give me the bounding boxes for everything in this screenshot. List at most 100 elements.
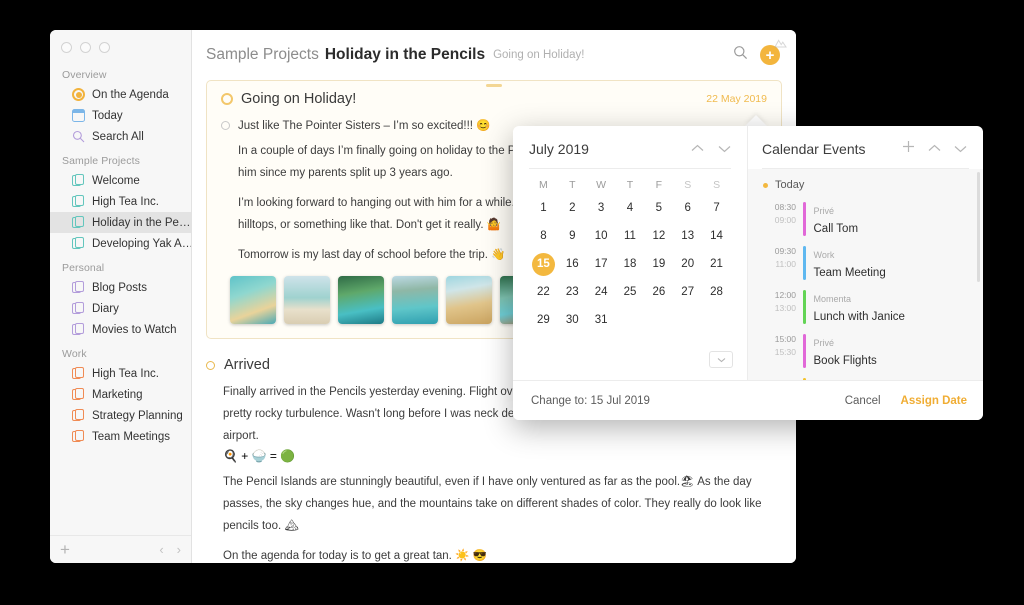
plus-icon[interactable] xyxy=(902,140,915,158)
sidebar-item-label: Strategy Planning xyxy=(92,409,183,422)
calendar-day-25[interactable]: 25 xyxy=(616,278,645,306)
calendar-day-22[interactable]: 22 xyxy=(529,278,558,306)
calendar-weekday: S xyxy=(713,179,721,191)
calendar-day-17[interactable]: 17 xyxy=(587,250,616,278)
event-calendar-name: Privé xyxy=(813,206,835,216)
minimize-button[interactable] xyxy=(80,42,91,53)
chevron-up-icon[interactable] xyxy=(691,140,704,158)
events-scrollbar[interactable] xyxy=(977,172,980,282)
sidebar-item-marketing[interactable]: Marketing xyxy=(50,384,191,405)
sidebar-item-team-meetings[interactable]: Team Meetings xyxy=(50,426,191,447)
calendar-day-14[interactable]: 14 xyxy=(702,222,731,250)
sidebar-item-holiday-in-the-pe[interactable]: Holiday in the Pe… xyxy=(50,212,191,233)
calendar-day-28[interactable]: 28 xyxy=(702,278,731,306)
calendar-day-1[interactable]: 1 xyxy=(529,194,558,222)
calendar-day-20[interactable]: 20 xyxy=(673,250,702,278)
calendar-day-label: 22 xyxy=(537,286,550,298)
chevron-down-icon[interactable] xyxy=(954,140,967,158)
calendar-day-24[interactable]: 24 xyxy=(587,278,616,306)
close-button[interactable] xyxy=(61,42,72,53)
sidebar-item-search-all[interactable]: Search All xyxy=(50,126,191,147)
event-row[interactable]: 15:00 15:30 Privé Book Flights xyxy=(748,329,983,373)
add-item-button[interactable]: + xyxy=(60,541,70,558)
calendar-day-29[interactable]: 29 xyxy=(529,306,558,334)
calendar-day-26[interactable]: 26 xyxy=(644,278,673,306)
nav-forward-button[interactable]: › xyxy=(177,542,181,557)
sidebar-item-blog-posts[interactable]: Blog Posts xyxy=(50,277,191,298)
zoom-button[interactable] xyxy=(99,42,110,53)
event-calendar-color-bar xyxy=(803,290,806,324)
event-row[interactable]: 12:00 13:00 Momenta Lunch with Janice xyxy=(748,285,983,329)
calendar-day-19[interactable]: 19 xyxy=(644,250,673,278)
search-icon[interactable] xyxy=(733,45,748,65)
note-thumbnail[interactable] xyxy=(338,276,384,324)
sidebar-item-developing-yak-a[interactable]: Developing Yak A… xyxy=(50,233,191,254)
popover-footer: Change to: 15 Jul 2019 Cancel Assign Dat… xyxy=(513,380,983,420)
sidebar-item-on-the-agenda[interactable]: On the Agenda xyxy=(50,84,191,105)
calendar-day-4[interactable]: 4 xyxy=(616,194,645,222)
calendar-day-18[interactable]: 18 xyxy=(616,250,645,278)
calendar-day-10[interactable]: 10 xyxy=(587,222,616,250)
note-thumbnail[interactable] xyxy=(446,276,492,324)
calendar-day-31[interactable]: 31 xyxy=(587,306,616,334)
calendar-day-label: 6 xyxy=(684,202,691,214)
calendar-day-label: 4 xyxy=(626,202,634,214)
calendar-day-8[interactable]: 8 xyxy=(529,222,558,250)
calendar-day-21[interactable]: 21 xyxy=(702,250,731,278)
document-icon xyxy=(72,366,85,380)
sidebar-item-diary[interactable]: Diary xyxy=(50,298,191,319)
calendar-day-7[interactable]: 7 xyxy=(702,194,731,222)
calendar-day-27[interactable]: 27 xyxy=(673,278,702,306)
chevron-down-icon[interactable] xyxy=(718,140,731,158)
calendar-day-6[interactable]: 6 xyxy=(673,194,702,222)
sidebar-item-high-tea-inc[interactable]: High Tea Inc. xyxy=(50,191,191,212)
calendar-day-30[interactable]: 30 xyxy=(558,306,587,334)
calendar-day-12[interactable]: 12 xyxy=(644,222,673,250)
event-row[interactable]: 09:30 11:00 Work Team Meeting xyxy=(748,241,983,285)
document-icon xyxy=(72,236,85,250)
breadcrumb-parent[interactable]: Sample Projects xyxy=(206,46,319,64)
note-card-date[interactable]: 22 May 2019 xyxy=(706,93,767,105)
assign-date-button[interactable]: Assign Date xyxy=(901,395,967,407)
calendar-day-16[interactable]: 16 xyxy=(558,250,587,278)
sidebar-item-today[interactable]: Today xyxy=(50,105,191,126)
calendar-day-11[interactable]: 11 xyxy=(616,222,645,250)
note-status-ring-icon[interactable] xyxy=(221,93,233,105)
calendar-weekday: F xyxy=(655,179,663,191)
sidebar-item-strategy-planning[interactable]: Strategy Planning xyxy=(50,405,191,426)
note-thumbnail[interactable] xyxy=(230,276,276,324)
event-times: 09:30 11:00 xyxy=(762,245,796,281)
calendar-day-empty xyxy=(616,306,645,334)
event-row[interactable]: 16:3018:00 Papers - ExchangeCollect Gear xyxy=(748,373,983,380)
document-icon xyxy=(72,173,85,187)
chevron-up-icon[interactable] xyxy=(928,140,941,158)
calendar-expand-button[interactable] xyxy=(709,351,733,368)
event-calendar-color-bar xyxy=(803,246,806,280)
calendar-day-5[interactable]: 5 xyxy=(644,194,673,222)
note-thumbnail[interactable] xyxy=(284,276,330,324)
nav-back-button[interactable]: ‹ xyxy=(159,542,163,557)
calendar-day-9[interactable]: 9 xyxy=(558,222,587,250)
calendar-day-label: 21 xyxy=(710,258,723,270)
document-icon xyxy=(72,301,85,315)
cancel-button[interactable]: Cancel xyxy=(845,395,881,407)
note-thumbnail[interactable] xyxy=(392,276,438,324)
section-status-ring-icon[interactable] xyxy=(206,360,215,370)
change-to-label: Change to: 15 Jul 2019 xyxy=(531,394,650,407)
sidebar-item-movies-to-watch[interactable]: Movies to Watch xyxy=(50,319,191,340)
calendar-day-13[interactable]: 13 xyxy=(673,222,702,250)
section-title: Arrived xyxy=(224,357,270,373)
sidebar-item-welcome[interactable]: Welcome xyxy=(50,170,191,191)
todo-checkbox-icon[interactable] xyxy=(221,120,230,130)
calendar-day-15[interactable]: 15 xyxy=(529,250,558,278)
sidebar-footer: + ‹ › xyxy=(50,535,191,563)
sidebar-item-high-tea-inc[interactable]: High Tea Inc. xyxy=(50,363,191,384)
calendar-day-2[interactable]: 2 xyxy=(558,194,587,222)
calendar-day-23[interactable]: 23 xyxy=(558,278,587,306)
event-row[interactable]: 08:30 09:00 Privé Call Tom xyxy=(748,197,983,241)
calendar-day-3[interactable]: 3 xyxy=(587,194,616,222)
sidebar-item-label: Today xyxy=(92,109,123,122)
card-drag-handle[interactable] xyxy=(486,84,502,87)
event-text: Papers - ExchangeCollect Gear xyxy=(814,377,891,380)
calendar-day-label: 29 xyxy=(537,314,550,326)
